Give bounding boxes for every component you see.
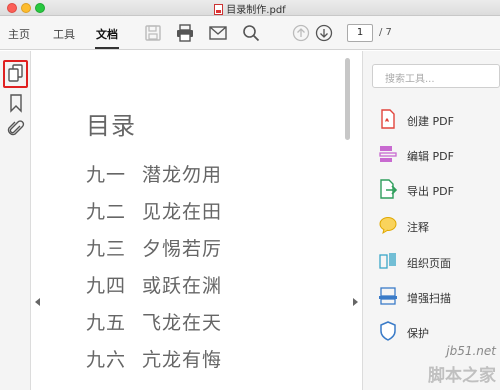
tool-enhance-scan[interactable]: 增强扫描 xyxy=(378,286,500,308)
toc-entry-number: 九一 xyxy=(86,164,127,186)
next-page-icon[interactable] xyxy=(315,24,333,42)
tool-create-pdf[interactable]: 创建 PDF xyxy=(378,109,500,131)
email-icon[interactable] xyxy=(209,24,227,42)
window-title: 目录制作.pdf xyxy=(0,1,500,16)
tool-label: 导出 PDF xyxy=(407,185,454,198)
export-pdf-icon xyxy=(380,179,398,199)
toc-entry: 九二 见龙在田 xyxy=(86,197,222,224)
toc-entry-number: 九三 xyxy=(86,238,127,260)
tab-document[interactable]: 文档 xyxy=(96,26,118,42)
active-tab-indicator xyxy=(95,47,119,49)
tool-comment[interactable]: 注释 xyxy=(378,215,500,237)
collapse-right-panel-icon[interactable] xyxy=(353,298,358,306)
toc-entry: 九四 或跃在渊 xyxy=(86,271,222,298)
protect-icon xyxy=(380,321,396,341)
toc-entry-text: 见龙在田 xyxy=(142,201,223,223)
search-icon[interactable] xyxy=(242,24,260,42)
tab-home[interactable]: 主页 xyxy=(8,26,30,42)
thumbnails-highlight-box xyxy=(3,60,28,88)
site-watermark: jb51.net 脚本之家 xyxy=(418,344,500,390)
organize-pages-icon xyxy=(379,253,396,269)
tool-label: 增强扫描 xyxy=(407,292,451,305)
edit-pdf-icon xyxy=(379,146,397,162)
page-number-input[interactable]: 1 xyxy=(347,24,373,42)
enhance-scan-icon xyxy=(379,287,397,305)
watermark-name: 脚本之家 xyxy=(428,366,496,386)
toc-entry-number: 九二 xyxy=(86,201,127,223)
page-total: / 7 xyxy=(379,27,392,38)
toc-entry: 九五 飞龙在天 xyxy=(86,308,222,335)
pdf-file-icon xyxy=(214,4,224,15)
comment-icon xyxy=(379,217,397,235)
attachment-icon[interactable] xyxy=(6,119,26,139)
toc-entry: 九一 潜龙勿用 xyxy=(86,160,222,187)
create-pdf-icon xyxy=(381,109,395,129)
toc-entry-number: 九五 xyxy=(86,312,127,334)
tool-search-input[interactable]: 搜索工具... xyxy=(372,64,500,88)
previous-page-icon[interactable] xyxy=(292,24,310,42)
bookmark-icon[interactable] xyxy=(6,93,26,113)
tool-label: 保护 xyxy=(407,327,429,340)
tool-edit-pdf[interactable]: 编辑 PDF xyxy=(378,144,500,166)
window-title-text: 目录制作.pdf xyxy=(226,5,286,16)
save-icon[interactable] xyxy=(144,24,162,42)
toc-entry-number: 九六 xyxy=(86,349,127,371)
toc-entry-text: 夕惕若厉 xyxy=(142,238,223,260)
tool-label: 注释 xyxy=(407,221,429,234)
print-icon[interactable] xyxy=(176,24,194,42)
toc-entry-number: 九四 xyxy=(86,275,127,297)
tool-export-pdf[interactable]: 导出 PDF xyxy=(378,179,500,201)
title-bar: 目录制作.pdf xyxy=(0,0,500,16)
tool-label: 组织页面 xyxy=(407,257,451,270)
tab-tools[interactable]: 工具 xyxy=(53,26,75,42)
tool-label: 创建 PDF xyxy=(407,115,454,128)
toc-entry-text: 亢龙有悔 xyxy=(142,349,223,371)
toc-entry: 九六 亢龙有悔 xyxy=(86,345,222,372)
collapse-left-panel-icon[interactable] xyxy=(35,298,40,306)
toc-entry-text: 潜龙勿用 xyxy=(142,164,223,186)
toc-entry-text: 飞龙在天 xyxy=(142,312,223,334)
toc-entry: 九三 夕惕若厉 xyxy=(86,234,222,261)
document-scrollbar[interactable] xyxy=(345,58,350,140)
toc-heading: 目录 xyxy=(86,112,136,140)
watermark-url: jb51.net xyxy=(446,344,496,358)
toolbar: 主页 工具 文档 1 / 7 xyxy=(0,16,500,50)
tool-protect[interactable]: 保护 xyxy=(378,321,500,343)
tool-organize-pages[interactable]: 组织页面 xyxy=(378,251,500,273)
tool-label: 编辑 PDF xyxy=(407,150,454,163)
toc-entry-text: 或跃在渊 xyxy=(142,275,223,297)
